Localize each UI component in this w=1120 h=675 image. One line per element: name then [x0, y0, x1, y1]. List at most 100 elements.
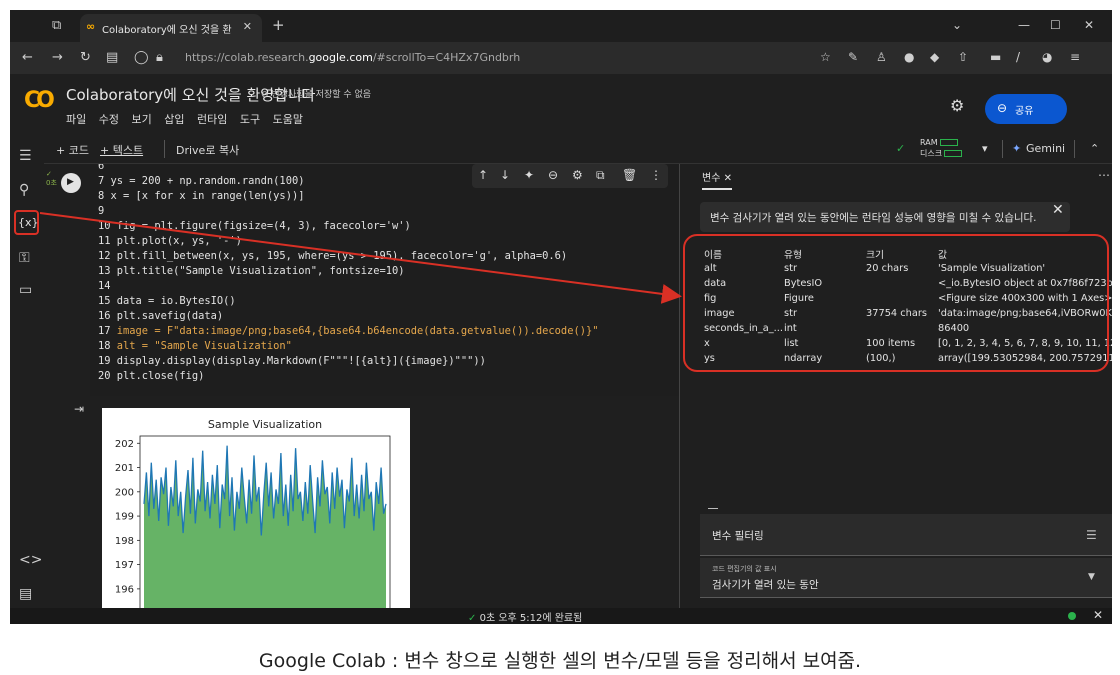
- tab-list-icon[interactable]: ⧉: [52, 18, 61, 33]
- move-up-icon[interactable]: ↑: [478, 168, 488, 182]
- runtime-dropdown-icon[interactable]: ▾: [982, 142, 988, 155]
- more-options-icon[interactable]: ⋮: [650, 168, 662, 182]
- folder-icon[interactable]: ▭: [19, 282, 32, 298]
- panel-more-icon[interactable]: ⋯: [1098, 168, 1110, 182]
- close-window-icon[interactable]: ✕: [1084, 18, 1094, 32]
- output-toggle-icon[interactable]: ⇥: [74, 402, 84, 416]
- pen-icon[interactable]: /: [1016, 50, 1020, 64]
- code-snippets-icon[interactable]: <>: [19, 552, 42, 568]
- close-panel-icon[interactable]: ✕: [724, 173, 732, 184]
- key-icon[interactable]: ⚿: [19, 250, 30, 266]
- menu-file[interactable]: 파일: [66, 113, 86, 126]
- filter-icon[interactable]: ☰: [1086, 528, 1097, 542]
- shield-icon[interactable]: ◯: [134, 50, 149, 65]
- address-bar: ← → ↻ ▤ ◯ 🔒︎ https://colab.research.goog…: [10, 42, 1112, 74]
- status-close-icon[interactable]: ✕: [1093, 608, 1103, 622]
- terminal-icon[interactable]: ▤: [19, 586, 32, 602]
- close-tab-icon[interactable]: ✕: [243, 20, 252, 33]
- ext-dot-icon[interactable]: ●: [904, 50, 914, 64]
- variable-filter-input[interactable]: 변수 필터링: [700, 514, 1112, 556]
- toolbar-divider: [164, 140, 165, 158]
- forward-icon[interactable]: →: [52, 50, 63, 65]
- execution-status: ✓ 0초: [46, 170, 57, 187]
- toc-icon[interactable]: ☰: [19, 148, 32, 164]
- code-line: 15 data = io.BytesIO(): [98, 295, 236, 307]
- connection-dot-icon: [1068, 612, 1076, 620]
- code-line: 17 image = F"data:image/png;base64,{base…: [98, 325, 599, 337]
- resize-handle[interactable]: [708, 508, 718, 509]
- y-tick-label: 198: [115, 536, 134, 547]
- add-code-button[interactable]: + 코드: [56, 142, 89, 158]
- account-icon[interactable]: ♙: [876, 50, 887, 64]
- notebook-toolbar: + 코드 + 텍스트 Drive로 복사 ✓ RAM 디스크 ▾ ✦ Gemin…: [44, 134, 1112, 164]
- gemini-icon: ✦: [1012, 142, 1022, 155]
- dropdown-arrow-icon: ▼: [1088, 572, 1095, 582]
- browser-tab[interactable]: ∞ Colaboratory에 오신 것을 환영 ✕: [80, 14, 262, 42]
- menu-insert[interactable]: 삽입: [164, 113, 184, 126]
- cell-settings-icon[interactable]: ⚙: [572, 168, 583, 182]
- show-values-value: 검사기가 열려 있는 동안: [712, 579, 819, 591]
- maximize-icon[interactable]: ☐: [1050, 18, 1061, 32]
- reader-icon[interactable]: ▤: [106, 50, 118, 65]
- gemini-button[interactable]: Gemini: [1026, 142, 1065, 155]
- code-editor[interactable]: 6 7 ys = 200 + np.random.randn(100) 8 x …: [90, 164, 679, 396]
- add-text-button[interactable]: + 텍스트: [100, 142, 143, 158]
- cell-gutter: [44, 164, 90, 608]
- lock-icon: 🔒︎: [156, 50, 163, 65]
- tab-variables[interactable]: 변수 ✕: [702, 169, 732, 190]
- performance-notice: 변수 검사기가 열려 있는 동안에는 런타임 성능에 영향을 미칠 수 있습니다…: [700, 202, 1070, 232]
- new-tab-button[interactable]: +: [272, 16, 285, 34]
- collapse-icon[interactable]: ⌃: [1090, 142, 1099, 155]
- bookmark-star-icon[interactable]: ☆: [820, 50, 831, 64]
- code-line: 12 plt.fill_between(x, ys, 195, where=(y…: [98, 250, 568, 262]
- url-domain: google.com: [308, 51, 373, 64]
- plot-output: Sample Visualization19519619719819920020…: [102, 408, 410, 608]
- move-down-icon[interactable]: ↓: [500, 168, 510, 182]
- menu-tools[interactable]: 도구: [240, 113, 260, 126]
- url-field[interactable]: https://colab.research.google.com/#scrol…: [185, 51, 520, 64]
- menu-runtime[interactable]: 런타임: [197, 113, 227, 126]
- palette-icon[interactable]: ◕: [1042, 50, 1052, 64]
- share-page-icon[interactable]: ⇧: [958, 50, 968, 64]
- sparkle-icon[interactable]: ✦: [524, 168, 534, 182]
- colab-favicon-icon: ∞: [86, 20, 96, 33]
- link-cell-icon[interactable]: ⊖: [548, 168, 558, 182]
- back-icon[interactable]: ←: [22, 50, 33, 65]
- colab-logo-icon[interactable]: CO: [24, 88, 55, 113]
- mirror-cell-icon[interactable]: ⧉: [596, 168, 605, 183]
- minimize-icon[interactable]: —: [1018, 18, 1030, 32]
- status-text: ✓ 0초 오후 5:12에 완료됨: [468, 613, 583, 624]
- status-bar: ✓ 0초 오후 5:12에 완료됨 ✕: [10, 608, 1112, 624]
- ext-badge-icon[interactable]: ◆: [930, 50, 939, 64]
- menu-view[interactable]: 보기: [132, 113, 152, 126]
- toolbar-divider-3: [1074, 140, 1075, 158]
- dismiss-notice-icon[interactable]: ✕: [1052, 202, 1064, 218]
- reload-icon[interactable]: ↻: [80, 50, 91, 65]
- y-tick-label: 200: [115, 487, 134, 498]
- search-icon[interactable]: ⚲: [19, 182, 29, 198]
- extension-icon[interactable]: ✎: [848, 50, 858, 64]
- code-line: 11 plt.plot(x, ys, '-'): [98, 235, 242, 247]
- menu-help[interactable]: 도움말: [273, 113, 303, 126]
- delete-cell-icon[interactable]: 🗑︎: [622, 168, 637, 182]
- code-line: 13 plt.title("Sample Visualization", fon…: [98, 265, 405, 277]
- copy-to-drive-button[interactable]: Drive로 복사: [176, 142, 239, 158]
- menu-edit[interactable]: 수정: [99, 113, 119, 126]
- caption-text: Google Colab : 변수 창으로 실행한 셀의 변수/모델 등을 정리…: [258, 650, 862, 672]
- menu-icon[interactable]: ≡: [1070, 50, 1080, 64]
- code-line: 19 display.display(display.Markdown(F"""…: [98, 355, 486, 367]
- show-values-select[interactable]: 코드 편집기의 값 표시 검사기가 열려 있는 동안 ▼: [700, 558, 1112, 598]
- code-line: 16 plt.savefig(data): [98, 310, 224, 322]
- cloud-off-icon: ⊘: [261, 90, 272, 100]
- settings-gear-icon[interactable]: ⚙: [950, 96, 964, 115]
- variables-icon[interactable]: {x}: [14, 210, 39, 235]
- save-status: ⊘ 변경사항을 저장할 수 없음: [261, 90, 372, 100]
- show-values-label: 코드 편집기의 값 표시: [712, 565, 777, 573]
- share-button[interactable]: ⊖ 공유: [985, 94, 1067, 124]
- ext-m-icon[interactable]: ▬: [990, 50, 1001, 64]
- annotation-highlight-box: [683, 234, 1109, 372]
- tab-dropdown-icon[interactable]: ⌄: [952, 18, 962, 32]
- resource-monitor[interactable]: RAM 디스크: [920, 137, 963, 159]
- run-cell-button[interactable]: ▶: [61, 173, 81, 193]
- code-line: 9: [98, 205, 105, 217]
